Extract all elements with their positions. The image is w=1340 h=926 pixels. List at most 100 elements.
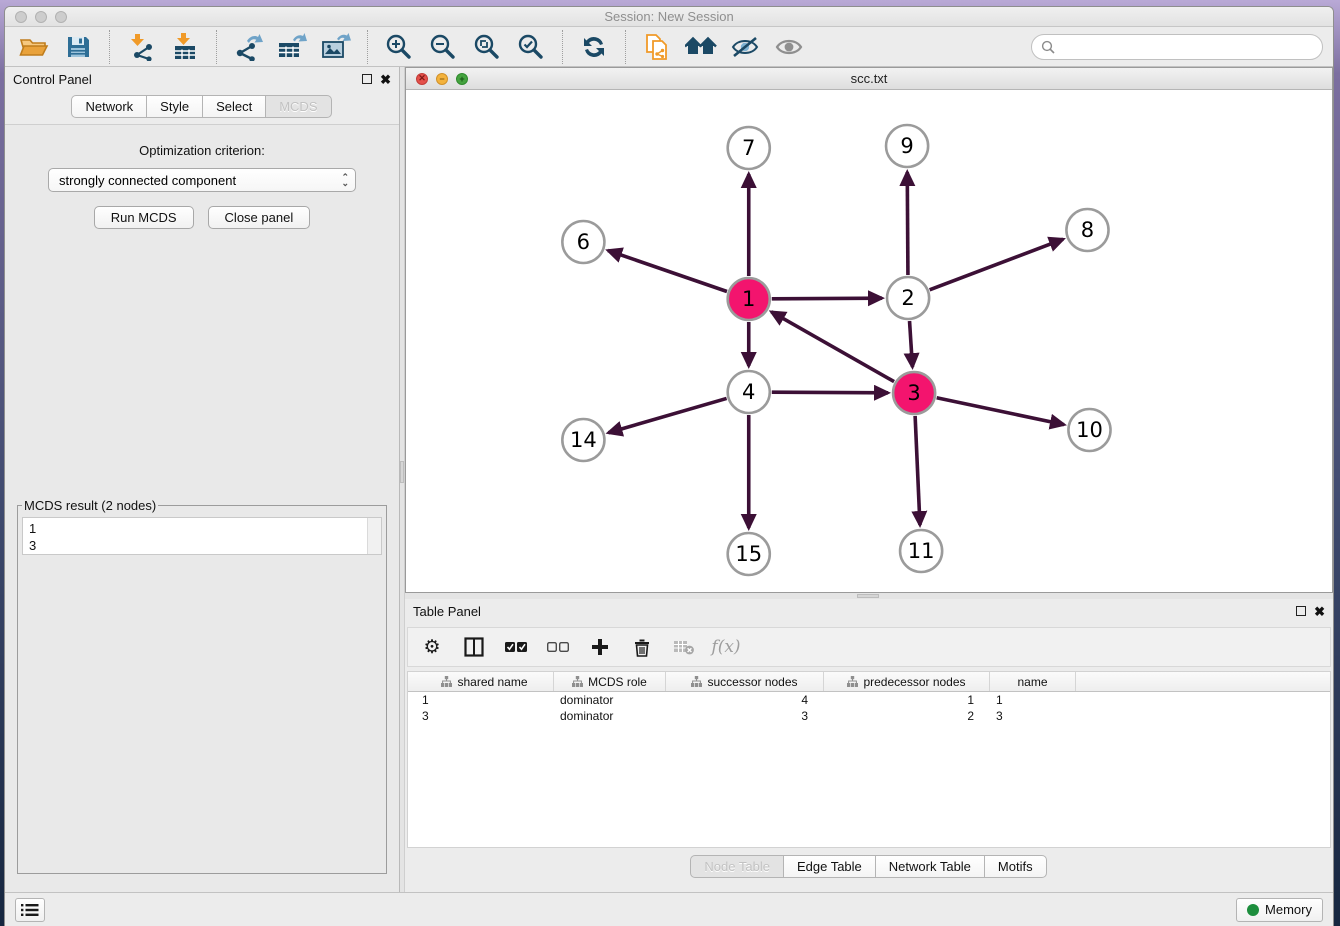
vertical-splitter[interactable] [399, 67, 405, 892]
unselect-all-columns-button[interactable] [546, 635, 570, 659]
node-1[interactable]: 1 [728, 278, 770, 320]
float-panel-icon[interactable] [1296, 606, 1306, 616]
edge-2-9[interactable] [907, 172, 908, 275]
toolbar-separator [625, 30, 626, 64]
unchecked-boxes-icon [547, 641, 569, 653]
svg-text:9: 9 [900, 133, 913, 158]
zoom-in-button[interactable] [380, 31, 418, 63]
zoom-selected-button[interactable] [512, 31, 550, 63]
network-canvas[interactable]: 7 9 6 8 1 2 4 3 14 10 15 11 [406, 90, 1332, 592]
hide-selected-button[interactable] [726, 31, 764, 63]
tab-select[interactable]: Select [202, 95, 266, 118]
table-cell: dominator [554, 708, 666, 724]
titlebar: Session: New Session [5, 7, 1333, 27]
memory-button[interactable]: Memory [1236, 898, 1323, 922]
column-label: successor nodes [707, 675, 797, 689]
splitter-grip[interactable] [857, 594, 879, 598]
apply-layout-button[interactable] [575, 31, 613, 63]
tab-node-table[interactable]: Node Table [690, 855, 784, 878]
export-image-icon [321, 33, 351, 61]
edge-2-8[interactable] [930, 239, 1063, 290]
table-panel-header: Table Panel ✖ [405, 599, 1333, 623]
node-9[interactable]: 9 [886, 125, 928, 167]
close-panel-icon[interactable]: ✖ [380, 73, 391, 86]
table-options-button[interactable]: ⚙ [420, 635, 444, 659]
edge-4-3[interactable] [772, 392, 888, 393]
run-mcds-button[interactable]: Run MCDS [94, 206, 194, 229]
export-table-icon [277, 33, 307, 61]
column-header-MCDS-role[interactable]: MCDS role [554, 672, 666, 691]
table-row[interactable]: 1dominator411 [408, 692, 1330, 708]
export-network-button[interactable] [229, 31, 267, 63]
tab-network-table[interactable]: Network Table [875, 855, 985, 878]
delete-columns-button[interactable] [630, 635, 654, 659]
table-cell: 4 [666, 692, 824, 708]
column-header-predecessor-nodes[interactable]: predecessor nodes [824, 672, 990, 691]
horizontal-splitter[interactable] [405, 593, 1333, 599]
node-3[interactable]: 3 [893, 372, 935, 414]
new-network-from-selection-button[interactable] [638, 31, 676, 63]
tab-network[interactable]: Network [71, 95, 147, 118]
add-column-button[interactable] [588, 635, 612, 659]
close-panel-button[interactable]: Close panel [208, 206, 311, 229]
zoom-out-button[interactable] [424, 31, 462, 63]
node-7[interactable]: 7 [728, 127, 770, 169]
search-input[interactable] [1055, 39, 1313, 54]
tab-edge-table[interactable]: Edge Table [783, 855, 876, 878]
save-session-button[interactable] [59, 31, 97, 63]
export-image-button[interactable] [317, 31, 355, 63]
tab-style[interactable]: Style [146, 95, 203, 118]
edge-4-14[interactable] [608, 398, 726, 432]
node-11[interactable]: 11 [900, 530, 942, 572]
sort-icon [441, 676, 452, 687]
node-10[interactable]: 10 [1068, 409, 1110, 451]
show-all-button[interactable] [770, 31, 808, 63]
node-2[interactable]: 2 [887, 277, 929, 319]
node-14[interactable]: 14 [562, 419, 604, 461]
close-panel-icon[interactable]: ✖ [1314, 605, 1325, 618]
tab-mcds[interactable]: MCDS [265, 95, 331, 118]
column-header-name[interactable]: name [990, 672, 1076, 691]
edge-1-2[interactable] [772, 298, 882, 299]
mcds-result-fieldset: MCDS result (2 nodes) 13 [17, 498, 387, 874]
table-row[interactable]: 3dominator323 [408, 708, 1330, 724]
result-item[interactable]: 1 [29, 520, 367, 537]
search-box [1031, 34, 1323, 60]
node-4[interactable]: 4 [728, 371, 770, 413]
gear-icon: ⚙ [423, 638, 440, 657]
edge-3-11[interactable] [915, 416, 920, 525]
edge-3-1[interactable] [771, 312, 894, 382]
node-15[interactable]: 15 [728, 533, 770, 575]
function-builder-button[interactable]: f(x) [714, 635, 738, 659]
zoom-fit-button[interactable] [468, 31, 506, 63]
network-window-titlebar: ✕ − + scc.txt [406, 68, 1332, 90]
result-item[interactable]: 3 [29, 537, 367, 554]
edge-3-10[interactable] [937, 398, 1064, 425]
column-label: shared name [457, 675, 527, 689]
show-columns-button[interactable] [462, 635, 486, 659]
first-neighbors-button[interactable] [682, 31, 720, 63]
zoom-fit-icon [473, 33, 501, 61]
task-history-button[interactable] [15, 898, 45, 922]
memory-status-icon [1247, 904, 1259, 916]
delete-table-button[interactable] [672, 635, 696, 659]
result-scrollbar[interactable] [367, 518, 381, 554]
tab-motifs[interactable]: Motifs [984, 855, 1047, 878]
export-table-button[interactable] [273, 31, 311, 63]
open-file-button[interactable] [15, 31, 53, 63]
svg-text:2: 2 [901, 285, 914, 310]
node-6[interactable]: 6 [562, 221, 604, 263]
splitter-grip[interactable] [400, 461, 404, 483]
column-header-successor-nodes[interactable]: successor nodes [666, 672, 824, 691]
column-header-shared-name[interactable]: shared name [416, 672, 554, 691]
table-cell: 1 [990, 692, 1076, 708]
import-table-button[interactable] [166, 31, 204, 63]
eye-icon [774, 35, 804, 59]
float-panel-icon[interactable] [362, 74, 372, 84]
select-all-columns-button[interactable] [504, 635, 528, 659]
edge-2-3[interactable] [910, 321, 913, 367]
edge-1-6[interactable] [608, 250, 727, 291]
node-8[interactable]: 8 [1066, 209, 1108, 251]
optimization-criterion-select[interactable]: strongly connected component ⌃⌄ [48, 168, 356, 192]
import-network-button[interactable] [122, 31, 160, 63]
